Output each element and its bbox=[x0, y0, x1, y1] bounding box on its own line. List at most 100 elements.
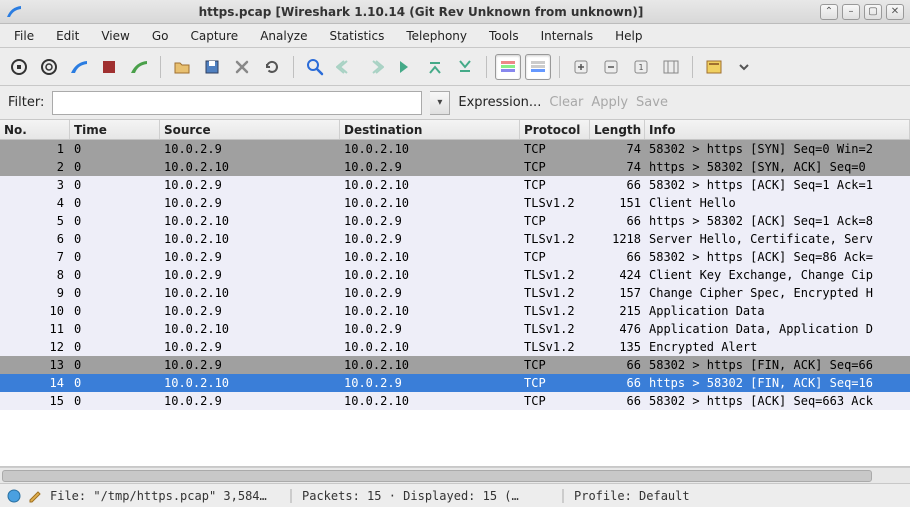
stop-capture-icon[interactable] bbox=[96, 54, 122, 80]
edit-capture-comment-icon[interactable] bbox=[28, 488, 44, 504]
col-length[interactable]: Length bbox=[590, 120, 645, 139]
cell-no: 9 bbox=[0, 285, 70, 301]
horizontal-scrollbar[interactable] bbox=[0, 467, 910, 483]
cell-no: 8 bbox=[0, 267, 70, 283]
zoom-reset-icon[interactable]: 1 bbox=[628, 54, 654, 80]
filter-apply-button[interactable]: Apply bbox=[591, 95, 628, 110]
toolbar-overflow-icon[interactable] bbox=[731, 54, 757, 80]
scrollbar-thumb[interactable] bbox=[2, 470, 872, 482]
main-toolbar: 1 bbox=[0, 48, 910, 86]
go-to-packet-icon[interactable] bbox=[392, 54, 418, 80]
filter-input[interactable] bbox=[53, 92, 421, 114]
capture-filters-icon[interactable] bbox=[701, 54, 727, 80]
window-close-button[interactable]: ✕ bbox=[886, 4, 904, 20]
table-row[interactable]: 6010.0.2.1010.0.2.9TLSv1.21218Server Hel… bbox=[0, 230, 910, 248]
table-row[interactable]: 2010.0.2.1010.0.2.9TCP74https > 58302 [S… bbox=[0, 158, 910, 176]
cell-len: 66 bbox=[590, 357, 645, 373]
go-back-icon[interactable] bbox=[332, 54, 358, 80]
packet-list-body[interactable]: 1010.0.2.910.0.2.10TCP7458302 > https [S… bbox=[0, 140, 910, 466]
cell-info: 58302 > https [FIN, ACK] Seq=66 bbox=[645, 357, 910, 373]
table-row[interactable]: 8010.0.2.910.0.2.10TLSv1.2424Client Key … bbox=[0, 266, 910, 284]
cell-info: Server Hello, Certificate, Serv bbox=[645, 231, 910, 247]
menu-view[interactable]: View bbox=[91, 27, 139, 45]
window-minimize-button[interactable]: – bbox=[842, 4, 860, 20]
interfaces-icon[interactable] bbox=[6, 54, 32, 80]
cell-no: 4 bbox=[0, 195, 70, 211]
restart-capture-icon[interactable] bbox=[126, 54, 152, 80]
cell-dst: 10.0.2.10 bbox=[340, 177, 520, 193]
cell-src: 10.0.2.9 bbox=[160, 303, 340, 319]
cell-len: 66 bbox=[590, 249, 645, 265]
start-capture-icon[interactable] bbox=[66, 54, 92, 80]
cell-time: 0 bbox=[70, 177, 160, 193]
table-row[interactable]: 13010.0.2.910.0.2.10TCP6658302 > https [… bbox=[0, 356, 910, 374]
resize-columns-icon[interactable] bbox=[658, 54, 684, 80]
menu-edit[interactable]: Edit bbox=[46, 27, 89, 45]
table-row[interactable]: 15010.0.2.910.0.2.10TCP6658302 > https [… bbox=[0, 392, 910, 410]
packet-list: No. Time Source Destination Protocol Len… bbox=[0, 120, 910, 467]
col-time[interactable]: Time bbox=[70, 120, 160, 139]
close-file-icon[interactable] bbox=[229, 54, 255, 80]
table-row[interactable]: 14010.0.2.1010.0.2.9TCP66https > 58302 [… bbox=[0, 374, 910, 392]
menu-analyze[interactable]: Analyze bbox=[250, 27, 317, 45]
menu-file[interactable]: File bbox=[4, 27, 44, 45]
colorize-toggle-icon[interactable] bbox=[495, 54, 521, 80]
expert-info-icon[interactable] bbox=[6, 488, 22, 504]
cell-no: 15 bbox=[0, 393, 70, 409]
menu-go[interactable]: Go bbox=[142, 27, 179, 45]
cell-info: 58302 > https [ACK] Seq=86 Ack= bbox=[645, 249, 910, 265]
window-maximize-button[interactable]: ▢ bbox=[864, 4, 882, 20]
go-last-icon[interactable] bbox=[452, 54, 478, 80]
table-row[interactable]: 4010.0.2.910.0.2.10TLSv1.2151Client Hell… bbox=[0, 194, 910, 212]
reload-icon[interactable] bbox=[259, 54, 285, 80]
filter-expression-button[interactable]: Expression... bbox=[458, 95, 541, 110]
cell-src: 10.0.2.9 bbox=[160, 249, 340, 265]
separator bbox=[160, 56, 161, 78]
menu-tools[interactable]: Tools bbox=[479, 27, 529, 45]
table-row[interactable]: 10010.0.2.910.0.2.10TLSv1.2215Applicatio… bbox=[0, 302, 910, 320]
cell-proto: TCP bbox=[520, 213, 590, 229]
find-icon[interactable] bbox=[302, 54, 328, 80]
zoom-in-icon[interactable] bbox=[568, 54, 594, 80]
cell-src: 10.0.2.10 bbox=[160, 375, 340, 391]
table-row[interactable]: 11010.0.2.1010.0.2.9TLSv1.2476Applicatio… bbox=[0, 320, 910, 338]
go-forward-icon[interactable] bbox=[362, 54, 388, 80]
menu-capture[interactable]: Capture bbox=[180, 27, 248, 45]
table-row[interactable]: 9010.0.2.1010.0.2.9TLSv1.2157Change Ciph… bbox=[0, 284, 910, 302]
autoscroll-toggle-icon[interactable] bbox=[525, 54, 551, 80]
svg-text:1: 1 bbox=[638, 63, 643, 72]
table-row[interactable]: 7010.0.2.910.0.2.10TCP6658302 > https [A… bbox=[0, 248, 910, 266]
menu-telephony[interactable]: Telephony bbox=[396, 27, 477, 45]
cell-len: 157 bbox=[590, 285, 645, 301]
col-no[interactable]: No. bbox=[0, 120, 70, 139]
menu-statistics[interactable]: Statistics bbox=[319, 27, 394, 45]
table-row[interactable]: 3010.0.2.910.0.2.10TCP6658302 > https [A… bbox=[0, 176, 910, 194]
col-source[interactable]: Source bbox=[160, 120, 340, 139]
filter-dropdown-icon[interactable]: ▾ bbox=[430, 91, 450, 115]
filter-input-wrap bbox=[52, 91, 422, 115]
cell-info: Client Hello bbox=[645, 195, 910, 211]
status-separator bbox=[562, 489, 564, 503]
status-separator bbox=[290, 489, 292, 503]
table-row[interactable]: 5010.0.2.1010.0.2.9TCP66https > 58302 [A… bbox=[0, 212, 910, 230]
save-file-icon[interactable] bbox=[199, 54, 225, 80]
window-roll-button[interactable]: ⌃ bbox=[820, 4, 838, 20]
open-file-icon[interactable] bbox=[169, 54, 195, 80]
table-row[interactable]: 1010.0.2.910.0.2.10TCP7458302 > https [S… bbox=[0, 140, 910, 158]
menu-internals[interactable]: Internals bbox=[531, 27, 604, 45]
options-icon[interactable] bbox=[36, 54, 62, 80]
cell-len: 476 bbox=[590, 321, 645, 337]
filter-save-button[interactable]: Save bbox=[636, 95, 668, 110]
go-first-icon[interactable] bbox=[422, 54, 448, 80]
filter-clear-button[interactable]: Clear bbox=[549, 95, 583, 110]
cell-src: 10.0.2.9 bbox=[160, 339, 340, 355]
table-row[interactable]: 12010.0.2.910.0.2.10TLSv1.2135Encrypted … bbox=[0, 338, 910, 356]
menu-help[interactable]: Help bbox=[605, 27, 652, 45]
col-protocol[interactable]: Protocol bbox=[520, 120, 590, 139]
cell-time: 0 bbox=[70, 195, 160, 211]
zoom-out-icon[interactable] bbox=[598, 54, 624, 80]
col-info[interactable]: Info bbox=[645, 120, 910, 139]
col-dest[interactable]: Destination bbox=[340, 120, 520, 139]
cell-no: 1 bbox=[0, 141, 70, 157]
cell-time: 0 bbox=[70, 375, 160, 391]
